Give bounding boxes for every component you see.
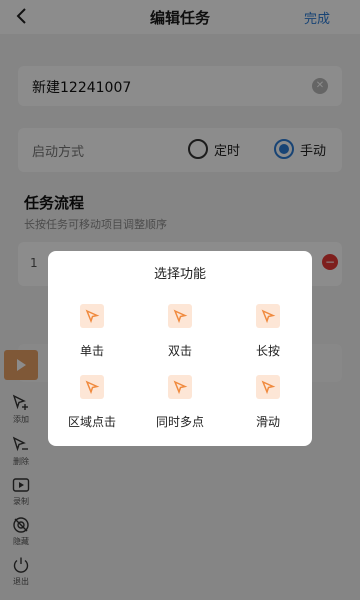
cursor-tap-icon [80,304,104,328]
function-label: 双击 [167,344,192,358]
function-label: 同时多点 [155,415,204,429]
function-label: 滑动 [255,415,280,429]
cursor-double-tap-icon [168,304,192,328]
function-double-click[interactable]: 双击 [140,304,220,359]
function-label: 区域点击 [67,415,116,429]
function-swipe[interactable]: 滑动 [228,375,308,430]
cursor-long-press-icon [256,304,280,328]
select-function-dialog: 选择功能 单击 双击 长按 区域点击 同时多点 滑动 [48,251,312,446]
cursor-swipe-icon [256,375,280,399]
function-area-click[interactable]: 区域点击 [52,375,132,430]
dialog-title: 选择功能 [153,267,206,282]
function-label: 单击 [79,344,104,358]
cursor-area-icon [80,375,104,399]
function-long-press[interactable]: 长按 [228,304,308,359]
function-label: 长按 [255,344,280,358]
function-multi-touch[interactable]: 同时多点 [140,375,220,430]
cursor-multi-icon [168,375,192,399]
function-single-click[interactable]: 单击 [52,304,132,359]
